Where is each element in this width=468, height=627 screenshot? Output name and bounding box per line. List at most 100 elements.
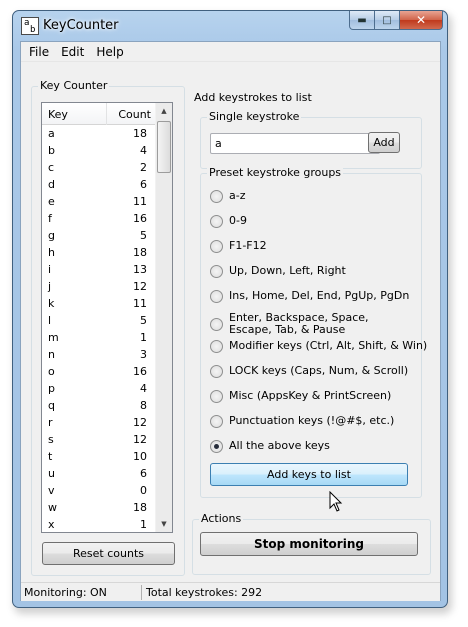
list-item[interactable]: f 16 [42, 210, 155, 227]
radio-button[interactable] [210, 414, 223, 428]
title-bar[interactable]: ab KeyCounter ▬ □ ✕ [13, 11, 447, 41]
list-item-key: u [48, 467, 55, 480]
preset-option[interactable]: LOCK keys (Caps, Num, & Scroll) [210, 362, 408, 380]
list-item-count: 18 [133, 501, 147, 514]
list-item-key: g [48, 229, 55, 242]
list-item[interactable]: p4 [42, 380, 155, 397]
window-title: KeyCounter [43, 18, 119, 33]
add-single-button[interactable]: Add [368, 132, 400, 153]
actions-title: Actions [199, 512, 244, 525]
preset-option[interactable]: 0-9 [210, 212, 247, 230]
key-count-list[interactable]: Key Count a 18 b 4 c 2 d 6 e 11 f 16 g 5 h 18 i 13 j 12 k 11 l… [41, 102, 173, 533]
scroll-thumb[interactable] [157, 121, 171, 173]
column-header-key[interactable]: Key [48, 108, 68, 121]
preset-option[interactable]: All the above keys [210, 437, 330, 455]
list-item[interactable]: i 13 [42, 261, 155, 278]
list-item-count: 11 [133, 195, 147, 208]
list-item-count: 8 [140, 399, 147, 412]
stop-monitoring-button[interactable]: Stop monitoring [200, 532, 418, 556]
list-item-count: 6 [140, 178, 147, 191]
preset-option[interactable]: Ins, Home, Del, End, PgUp, PgDn [210, 287, 409, 305]
list-item[interactable]: a 18 [42, 125, 155, 142]
preset-option-label: Up, Down, Left, Right [229, 264, 346, 277]
preset-option[interactable]: Punctuation keys (!@#$, etc.) [210, 412, 394, 430]
list-item[interactable]: n3 [42, 346, 155, 363]
list-item[interactable]: g5 [42, 227, 155, 244]
preset-option-label: LOCK keys (Caps, Num, & Scroll) [229, 364, 409, 377]
maximize-button[interactable]: □ [375, 11, 400, 30]
list-item-key: l [48, 314, 52, 327]
list-item[interactable]: u6 [42, 465, 155, 482]
list-item-key: d [48, 178, 55, 191]
list-item-key: p [48, 382, 55, 395]
list-item[interactable]: t 10 [42, 448, 155, 465]
list-item[interactable]: d6 [42, 176, 155, 193]
preset-option[interactable]: Modifier keys (Ctrl, Alt, Shift, & Win) [210, 337, 427, 355]
list-item-count: 12 [133, 433, 147, 446]
preset-groups-title: Preset keystroke groups [207, 166, 344, 179]
list-item[interactable]: x1 [42, 516, 155, 532]
list-item[interactable]: m1 [42, 329, 155, 346]
radio-button[interactable] [210, 189, 223, 203]
list-item[interactable]: k 11 [42, 295, 155, 312]
preset-option-label: Punctuation keys (!@#$, etc.) [229, 414, 395, 427]
preset-option[interactable]: F1-F12 [210, 237, 267, 255]
list-item[interactable]: v0 [42, 482, 155, 499]
menu-file[interactable]: File [23, 43, 55, 61]
list-item-key: r [48, 416, 53, 429]
keystroke-select-value: a [215, 137, 222, 150]
radio-button[interactable] [210, 339, 223, 353]
preset-option[interactable]: Up, Down, Left, Right [210, 262, 346, 280]
list-item[interactable]: l5 [42, 312, 155, 329]
close-button[interactable]: ✕ [400, 11, 443, 30]
list-item[interactable]: w 18 [42, 499, 155, 516]
list-item-key: o [48, 365, 55, 378]
list-item[interactable]: h 18 [42, 244, 155, 261]
reset-counts-button[interactable]: Reset counts [42, 542, 175, 565]
list-item-count: 5 [140, 314, 147, 327]
single-keystroke-title: Single keystroke [207, 110, 302, 123]
app-icon: ab [21, 17, 39, 35]
radio-button[interactable] [210, 239, 223, 253]
radio-button[interactable] [210, 317, 223, 331]
list-item-key: x [48, 518, 55, 531]
radio-button[interactable] [210, 439, 223, 453]
list-item[interactable]: c2 [42, 159, 155, 176]
maximize-icon: □ [382, 14, 392, 26]
preset-option[interactable]: Misc (AppsKey & PrintScreen) [210, 387, 391, 405]
menu-edit[interactable]: Edit [55, 43, 90, 61]
preset-option[interactable]: a-z [210, 187, 245, 205]
list-item-count: 16 [133, 365, 147, 378]
radio-button[interactable] [210, 264, 223, 278]
minimize-button[interactable]: ▬ [349, 11, 375, 30]
total-keystrokes: Total keystrokes: 292 [146, 586, 263, 599]
preset-option-label: Ins, Home, Del, End, PgUp, PgDn [229, 289, 410, 302]
close-icon: ✕ [415, 13, 427, 27]
list-item[interactable]: o 16 [42, 363, 155, 380]
list-scrollbar[interactable]: ▲ ▼ [155, 103, 172, 532]
list-item-count: 12 [133, 416, 147, 429]
radio-button[interactable] [210, 389, 223, 403]
radio-button[interactable] [210, 364, 223, 378]
status-bar: Monitoring: ON Total keystrokes: 292 [21, 582, 440, 601]
radio-button[interactable] [210, 289, 223, 303]
preset-option[interactable]: Enter, Backspace, Space, Escape, Tab, & … [210, 312, 414, 336]
add-keys-to-list-button[interactable]: Add keys to list [210, 463, 408, 486]
list-item-key: w [48, 501, 57, 514]
list-item-key: h [48, 246, 55, 259]
scroll-up-icon[interactable]: ▲ [156, 103, 172, 119]
list-item[interactable]: b4 [42, 142, 155, 159]
list-item[interactable]: s 12 [42, 431, 155, 448]
column-header-count[interactable]: Count [118, 108, 151, 121]
list-item[interactable]: q8 [42, 397, 155, 414]
menu-help[interactable]: Help [90, 43, 129, 61]
list-item-count: 18 [133, 246, 147, 259]
list-item[interactable]: r 12 [42, 414, 155, 431]
client-area: File Edit Help Key Counter Key Count a 18… [20, 41, 441, 601]
list-item-key: f [48, 212, 52, 225]
scroll-down-icon[interactable]: ▼ [156, 516, 172, 532]
keystroke-select[interactable]: a ▼ [210, 133, 380, 154]
list-item[interactable]: e 11 [42, 193, 155, 210]
list-item[interactable]: j 12 [42, 278, 155, 295]
radio-button[interactable] [210, 214, 223, 228]
